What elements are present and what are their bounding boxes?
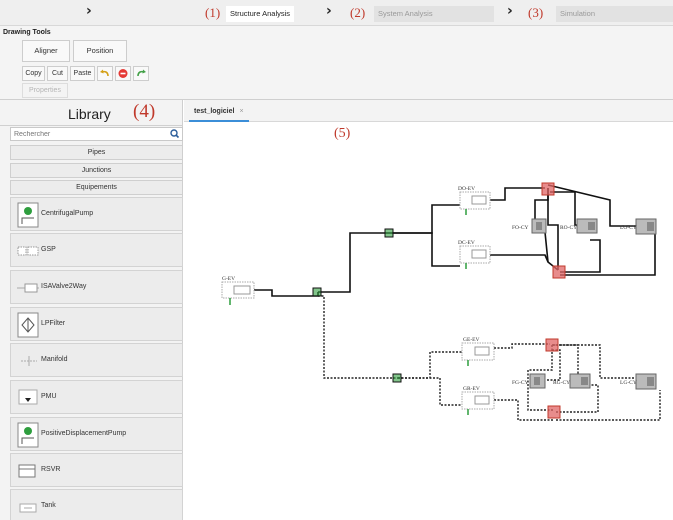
tab-structure-analysis[interactable]: Structure Analysis xyxy=(226,6,295,22)
library-item-rsvr[interactable]: RSVR xyxy=(10,453,183,487)
positive-displacement-pump-icon xyxy=(17,422,39,448)
library-item-label: RSVR xyxy=(41,466,61,473)
library-item-gsp[interactable]: GSP xyxy=(10,233,183,267)
tab-test-logiciel[interactable]: test_logiciel × xyxy=(189,104,249,122)
properties-button[interactable]: Properties xyxy=(22,83,68,98)
undo-icon xyxy=(100,69,109,77)
label-fo-cy: FO-CY xyxy=(512,225,529,231)
step-arrow-icon: › xyxy=(326,3,332,19)
library-item-label: LPFilter xyxy=(41,320,66,327)
workflow-step-bar: › (1) Structure Analysis › (2) System An… xyxy=(0,0,673,26)
label-ge-ev: GE-EV xyxy=(463,337,480,343)
category-equipements[interactable]: Equipements xyxy=(10,180,183,195)
library-item-isavalve2way[interactable]: ISAValve2Way xyxy=(10,270,183,304)
library-item-lpfilter[interactable]: LPFilter xyxy=(10,307,183,341)
step-number-3: (3) xyxy=(528,5,544,20)
undo-button[interactable] xyxy=(97,66,113,81)
label-ro-cy: RO-CY xyxy=(560,225,577,231)
copy-button[interactable]: Copy xyxy=(22,66,45,81)
search-input[interactable] xyxy=(14,129,164,140)
step-arrow-icon: › xyxy=(86,3,92,19)
editor-tab-bar: test_logiciel × xyxy=(184,100,673,122)
component-fo-cy[interactable] xyxy=(531,218,547,234)
component-fg-cy[interactable] xyxy=(529,373,546,389)
library-item-pmu[interactable]: PMU xyxy=(10,380,183,414)
library-search xyxy=(10,127,183,141)
app-window: › (1) Structure Analysis › (2) System An… xyxy=(0,0,673,520)
library-title: Library xyxy=(68,106,111,122)
library-item-manifold[interactable]: Manifold xyxy=(10,343,183,377)
label-gr-ev: GR-EV xyxy=(463,386,480,392)
reservoir-icon xyxy=(18,464,36,478)
step-arrow-icon: › xyxy=(507,3,513,19)
gsp-icon xyxy=(17,246,39,256)
component-ge-ev[interactable] xyxy=(461,342,495,366)
drawing-canvas[interactable]: (5) G-EV DO-EV DC-EV FO-CY RO-CY LO-CY G… xyxy=(184,122,673,520)
library-item-centrifugal-pump[interactable]: CentrifugalPump xyxy=(10,197,183,231)
filter-icon xyxy=(17,312,39,338)
library-item-label: CentrifugalPump xyxy=(41,210,94,217)
label-do-ev: DO-EV xyxy=(458,186,475,192)
pmu-icon xyxy=(18,389,38,405)
component-gr-ev[interactable] xyxy=(461,391,495,415)
solid-pipe-network xyxy=(254,184,656,297)
category-pipes[interactable]: Pipes xyxy=(10,145,183,160)
category-junctions[interactable]: Junctions xyxy=(10,163,183,178)
redo-icon xyxy=(137,69,146,77)
redo-button[interactable] xyxy=(133,66,149,81)
manifold-icon xyxy=(21,356,37,366)
label-lo-cy: LO-CY xyxy=(620,225,637,231)
library-item-label: ISAValve2Way xyxy=(41,283,87,290)
tank-icon xyxy=(19,503,37,513)
label-rg-cy: RG-CY xyxy=(553,380,570,386)
library-item-label: Manifold xyxy=(41,356,68,363)
library-header: Library (4) xyxy=(0,100,183,126)
aligner-button[interactable]: Aligner xyxy=(22,40,70,62)
library-annotation: (4) xyxy=(133,101,156,122)
label-lg-cy: LG-CY xyxy=(620,380,637,386)
component-ro-cy[interactable] xyxy=(576,218,598,234)
library-item-tank[interactable]: Tank xyxy=(10,489,183,520)
library-panel: Library (4) Pipes Junctions Equipements … xyxy=(0,100,183,520)
component-do-ev[interactable] xyxy=(459,191,491,215)
position-button[interactable]: Position xyxy=(73,40,127,62)
tab-label: test_logiciel xyxy=(194,108,235,115)
component-dc-ev[interactable] xyxy=(459,245,491,269)
paste-button[interactable]: Paste xyxy=(70,66,95,81)
search-icon[interactable] xyxy=(167,128,182,140)
stop-icon xyxy=(118,69,128,78)
drawing-tools-ribbon: Drawing Tools Aligner Position Copy Cut … xyxy=(0,26,673,100)
step-number-1: (1) xyxy=(205,5,221,20)
hydraulic-diagram: G-EV DO-EV DC-EV FO-CY RO-CY LO-CY GE-EV… xyxy=(221,182,661,421)
component-rg-cy[interactable] xyxy=(569,373,591,389)
close-icon[interactable]: × xyxy=(239,108,243,115)
ribbon-title: Drawing Tools xyxy=(3,29,51,36)
cut-button[interactable]: Cut xyxy=(47,66,68,81)
label-fg-cy: FG-CY xyxy=(512,380,529,386)
library-item-label: GSP xyxy=(41,246,56,253)
centrifugal-pump-icon xyxy=(17,202,39,228)
library-item-label: Tank xyxy=(41,502,56,509)
label-dc-ev: DC-EV xyxy=(458,240,475,246)
library-item-positive-displacement-pump[interactable]: PositiveDisplacementPump xyxy=(10,417,183,451)
step-number-2: (2) xyxy=(350,5,366,20)
tab-system-analysis[interactable]: System Analysis xyxy=(374,6,494,22)
library-item-label: PositiveDisplacementPump xyxy=(41,430,127,437)
component-g-ev[interactable] xyxy=(221,281,255,305)
component-lo-cy[interactable] xyxy=(635,218,657,235)
stop-button[interactable] xyxy=(115,66,131,81)
tab-simulation[interactable]: Simulation xyxy=(556,6,673,22)
label-g-ev: G-EV xyxy=(222,276,235,282)
library-item-label: PMU xyxy=(41,393,57,400)
valve-icon xyxy=(17,283,39,293)
component-lg-cy[interactable] xyxy=(635,373,657,390)
